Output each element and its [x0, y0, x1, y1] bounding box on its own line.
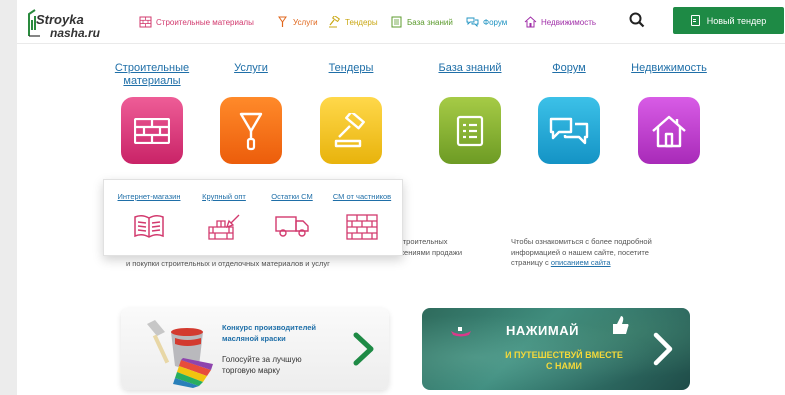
info-right-line-2: информацией о нашем сайте, посетите [511, 247, 649, 257]
category-tenders[interactable]: Тендеры [296, 62, 422, 171]
info-right-line-3: страницу с описанием сайта [511, 258, 652, 269]
travel-promo-banner[interactable]: НАЖИМАЙ И ПУТЕШЕСТВУЙ ВМЕСТЕ С НАМИ [422, 308, 690, 390]
dropdown-item-label[interactable]: Крупный опт [196, 192, 252, 201]
category-forum[interactable]: Форум [514, 62, 640, 171]
truck-icon [275, 216, 309, 237]
category-label[interactable]: База знаний [415, 62, 525, 90]
nav-item-label: Форум [483, 17, 508, 27]
chat-icon [466, 17, 479, 28]
bricks-icon [139, 16, 152, 28]
dropdown-item-online-store[interactable]: Интернет-магазин [114, 192, 184, 239]
category-knowledge-base[interactable]: База знаний [415, 62, 541, 171]
chevron-right-icon[interactable] [652, 332, 674, 366]
dropdown-item-label[interactable]: Остатки СМ [264, 192, 320, 201]
new-tender-label: Новый тендер [706, 15, 767, 26]
nav-item-label: База знаний [407, 17, 453, 27]
thumbs-up-icon [613, 316, 629, 334]
info-fragment-1: строительных [399, 237, 448, 246]
search-icon[interactable] [628, 11, 646, 29]
paint-bucket-illustration-icon [147, 320, 213, 388]
dropdown-item-private-sellers[interactable]: СМ от частников [326, 192, 398, 241]
category-tile-tenders[interactable] [320, 97, 422, 171]
nav-item-tenders[interactable]: Тендеры [328, 15, 378, 29]
category-label[interactable]: Строительные материалы [97, 62, 207, 90]
dropdown-item-leftovers[interactable]: Остатки СМ [264, 192, 320, 239]
boat-icon [451, 327, 471, 337]
category-tile-knowledge-base[interactable] [439, 97, 541, 171]
dropdown-item-label[interactable]: СМ от частников [326, 192, 398, 201]
category-services[interactable]: Услуги [196, 62, 322, 171]
category-materials[interactable]: Строительные материалы [97, 62, 223, 171]
category-label[interactable]: Услуги [196, 62, 306, 90]
travel-banner-headline: НАЖИМАЙ [506, 323, 579, 338]
banner-water-background [422, 308, 690, 390]
info-fragment-2: жениями продажи [399, 248, 463, 257]
category-real-estate[interactable]: Недвижимость [614, 62, 740, 171]
paint-contest-subtitle: Голосуйте за лучшую торговую марку [222, 355, 302, 375]
site-description-link[interactable]: описанием сайта [551, 258, 611, 267]
logo-text-line2: nasha.ru [50, 26, 101, 40]
category-tile-forum[interactable] [538, 97, 640, 171]
trowel-icon [239, 112, 263, 150]
info-right-line-1: Чтобы ознакомиться с более подробной [511, 237, 652, 246]
logo-text-line1: Stroyka [36, 12, 84, 27]
paint-contest-title[interactable]: Конкурс производителей масляной краски [222, 322, 352, 344]
category-label[interactable]: Форум [514, 62, 624, 90]
category-tile-real-estate[interactable] [638, 97, 740, 171]
gavel-icon [334, 112, 365, 147]
checklist-icon [391, 16, 402, 28]
chevron-right-icon[interactable] [351, 332, 377, 366]
chat-icon [549, 117, 589, 144]
category-label[interactable]: Недвижимость [614, 62, 724, 90]
new-tender-button[interactable]: Новый тендер [673, 7, 784, 34]
info-left-line-3: и покупки строительных и отделочных мате… [126, 259, 330, 268]
dropdown-item-label[interactable]: Интернет-магазин [114, 192, 184, 201]
info-right-block: Чтобы ознакомиться с более подробной инф… [511, 237, 652, 269]
nav-item-forum[interactable]: Форум [466, 15, 507, 29]
paint-contest-banner[interactable]: Конкурс производителей масляной краски Г… [121, 308, 389, 390]
nav-item-label: Услуги [293, 17, 318, 27]
checklist-icon [456, 115, 484, 146]
nav-item-services[interactable]: Услуги [276, 15, 318, 29]
brick-wall-trowel-icon [208, 214, 240, 240]
document-icon [690, 15, 700, 26]
nav-item-label: Тендеры [345, 17, 378, 27]
category-label[interactable]: Тендеры [296, 62, 406, 90]
category-tile-services[interactable] [220, 97, 322, 171]
travel-banner-subline: И ПУТЕШЕСТВУЙ ВМЕСТЕ С НАМИ [505, 350, 623, 371]
nav-item-materials[interactable]: Строительные материалы [139, 15, 254, 29]
house-icon [652, 115, 686, 147]
nav-item-label: Строительные материалы [156, 17, 254, 27]
dropdown-item-wholesale[interactable]: Крупный опт [196, 192, 252, 241]
trowel-icon [278, 16, 287, 27]
nav-item-knowledge-base[interactable]: База знаний [390, 15, 453, 29]
bricks-icon [134, 117, 170, 144]
top-navigation-bar: Stroyka nasha.ru Строительные материалы … [17, 0, 785, 44]
info-right-prefix: страницу с [511, 258, 551, 267]
nav-item-label: Недвижимость [541, 17, 597, 27]
nav-item-real-estate[interactable]: Недвижимость [524, 15, 596, 29]
house-icon [524, 16, 537, 28]
brick-wall-icon [346, 214, 378, 240]
book-icon [134, 214, 164, 238]
gavel-icon [329, 16, 341, 28]
category-tile-materials[interactable] [121, 97, 223, 171]
page-frame: Stroyka nasha.ru Строительные материалы … [17, 0, 785, 395]
site-logo[interactable]: Stroyka nasha.ru [26, 6, 116, 40]
materials-dropdown-menu: Интернет-магазин Крупный опт Остатки СМ … [103, 179, 403, 256]
